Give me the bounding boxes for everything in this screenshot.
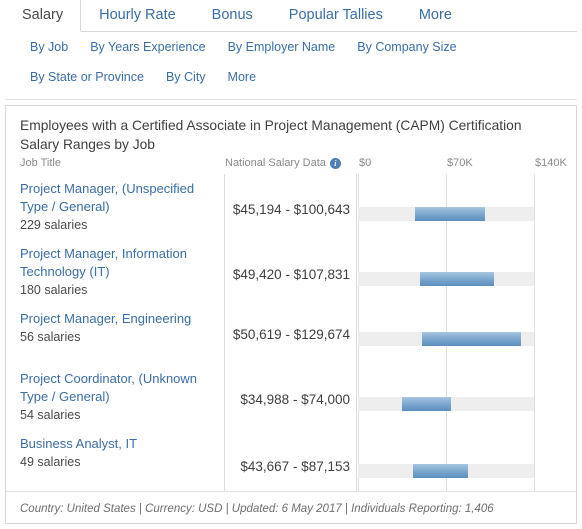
- job-cell: Project Coordinator, (Unknown Type / Gen…: [20, 370, 218, 424]
- salary-range-bar-fill: [401, 397, 452, 411]
- salary-range-bar-fill: [414, 207, 485, 221]
- info-icon[interactable]: i: [329, 157, 341, 169]
- job-cell: Project Manager, Information Technology …: [20, 245, 218, 299]
- table-row: Project Manager, (Unspecified Type / Gen…: [6, 174, 576, 239]
- table-row: Project Manager, Engineering 56 salaries $…: [6, 304, 576, 364]
- axis-tick-70k: $70K: [447, 157, 473, 169]
- axis-tick-140k: $140K: [535, 157, 567, 169]
- job-title-link[interactable]: Project Coordinator, (Unknown Type / Gen…: [20, 370, 218, 406]
- column-header-national-salary-data: National Salary Data i: [225, 157, 341, 169]
- salary-range-bar: [358, 332, 534, 346]
- salary-range-bar-fill: [420, 272, 494, 286]
- table-row: Project Manager, Information Technology …: [6, 239, 576, 304]
- table-row: Project Coordinator, (Unknown Type / Gen…: [6, 364, 576, 429]
- footer-metadata: Country: United States | Currency: USD |…: [20, 503, 494, 515]
- column-header-national-salary-data-label: National Salary Data: [225, 157, 326, 169]
- salary-count-label: 49 salaries: [20, 455, 81, 469]
- subnav-by-employer-name[interactable]: By Employer Name: [217, 40, 347, 54]
- salary-count-label: 54 salaries: [20, 408, 81, 422]
- subnav-by-job[interactable]: By Job: [19, 40, 79, 54]
- salary-count-label: 180 salaries: [20, 283, 88, 297]
- job-title-link[interactable]: Project Manager, (Unspecified Type / Gen…: [20, 180, 218, 216]
- axis-tick-0: $0: [359, 157, 372, 169]
- job-title-link[interactable]: Project Manager, Engineering: [20, 310, 218, 328]
- primary-tabs: Salary Hourly Rate Bonus Popular Tallies Mor…: [5, 0, 470, 32]
- job-cell: Project Manager, Engineering 56 salaries: [20, 310, 218, 346]
- column-header-row: Job Title National Salary Data i $0 $70K…: [6, 157, 576, 174]
- subnav-by-city[interactable]: By City: [155, 70, 217, 84]
- job-cell: Business Analyst, IT 49 salaries: [20, 435, 218, 471]
- subnav-by-years-experience[interactable]: By Years Experience: [79, 40, 216, 54]
- tab-popular-tallies[interactable]: Popular Tallies: [271, 0, 401, 32]
- secondary-nav-row-2: By State or Province By City More: [19, 62, 577, 92]
- salary-count-label: 229 salaries: [20, 218, 88, 232]
- secondary-nav: By Job By Years Experience By Employer Nam…: [5, 32, 577, 92]
- salary-range-bar: [358, 397, 534, 411]
- table-row: Business Analyst, IT 49 salaries $43,667 -…: [6, 429, 576, 491]
- salary-count-label: 56 salaries: [20, 330, 81, 344]
- salary-range-bar: [358, 464, 534, 478]
- tab-more[interactable]: More: [401, 0, 470, 32]
- column-header-job-title: Job Title: [20, 157, 61, 169]
- salary-ranges-panel: Employees with a Certified Associate in …: [5, 105, 577, 524]
- footer-divider: [6, 491, 576, 492]
- tab-bonus[interactable]: Bonus: [194, 0, 271, 32]
- subnav-more[interactable]: More: [217, 70, 267, 84]
- salary-range-bar: [358, 272, 534, 286]
- job-title-link[interactable]: Business Analyst, IT: [20, 435, 218, 453]
- page-title: Employees with a Certified Associate in …: [20, 118, 522, 152]
- job-cell: Project Manager, (Unspecified Type / Gen…: [20, 180, 218, 234]
- salary-range-label: $49,420 - $107,831: [232, 267, 350, 282]
- salary-range-bar: [358, 207, 534, 221]
- salary-rows: Project Manager, (Unspecified Type / Gen…: [6, 174, 576, 491]
- salary-range-bar-fill: [421, 332, 521, 346]
- job-title-link[interactable]: Project Manager, Information Technology …: [20, 245, 218, 281]
- salary-range-label: $34,988 - $74,000: [240, 392, 350, 407]
- primary-tab-strip: Salary Hourly Rate Bonus Popular Tallies Mor…: [5, 0, 577, 32]
- subnav-by-company-size[interactable]: By Company Size: [346, 40, 467, 54]
- tab-hourly-rate[interactable]: Hourly Rate: [81, 0, 194, 32]
- salary-range-label: $45,194 - $100,643: [232, 202, 350, 217]
- secondary-nav-divider: [5, 99, 577, 100]
- secondary-nav-row-1: By Job By Years Experience By Employer Nam…: [19, 32, 577, 62]
- salary-range-bar-fill: [412, 464, 468, 478]
- salary-range-label: $43,667 - $87,153: [240, 459, 350, 474]
- salary-range-label: $50,619 - $129,674: [232, 327, 350, 342]
- tab-salary[interactable]: Salary: [5, 0, 82, 32]
- subnav-by-state-or-province[interactable]: By State or Province: [19, 70, 155, 84]
